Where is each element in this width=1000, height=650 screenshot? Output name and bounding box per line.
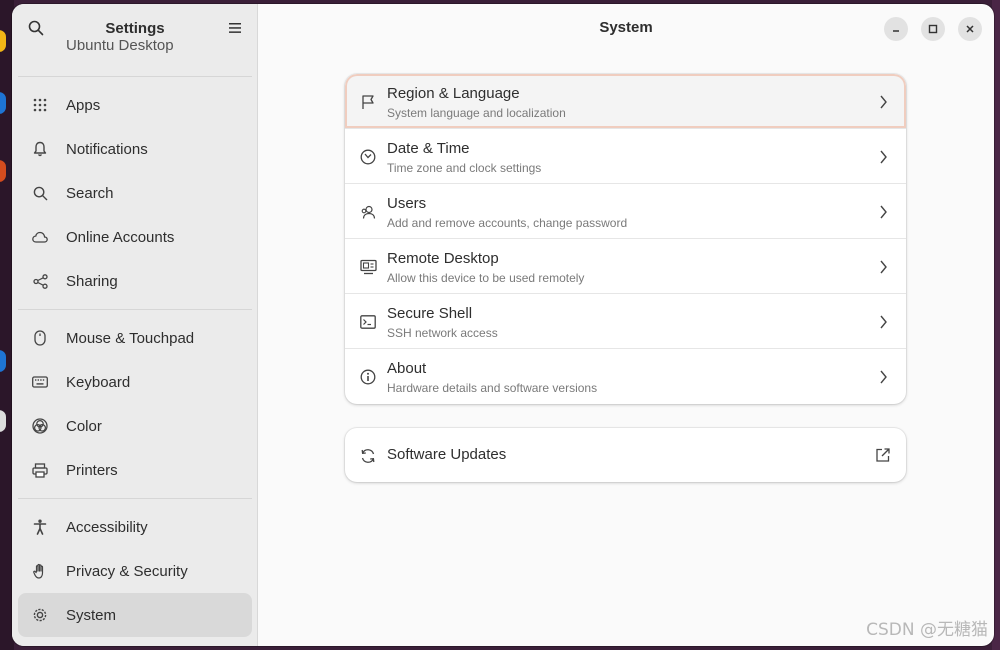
bell-icon (32, 141, 48, 157)
settings-window: Settings Ubuntu Desktop Apps Notificatio… (12, 4, 994, 646)
info-icon (359, 368, 377, 386)
flag-icon (359, 93, 377, 111)
divider (18, 498, 252, 499)
watermark: CSDN @无糖猫 (866, 620, 988, 640)
system-settings-list: Region & Language System language and lo… (345, 74, 906, 404)
share-icon (32, 273, 48, 289)
row-title: Secure Shell (387, 305, 473, 322)
sidebar-item-label: Color (66, 417, 102, 435)
sidebar-item-label: Search (66, 184, 114, 202)
row-subtitle: System language and localization (387, 106, 566, 120)
dock-app-icon[interactable] (0, 92, 6, 114)
dock-app-icon[interactable] (0, 160, 6, 182)
sidebar-item-label: Privacy & Security (66, 562, 188, 580)
color-icon (32, 418, 48, 434)
clock-icon (359, 148, 377, 166)
sidebar-item-privacy-security[interactable]: Privacy & Security (18, 549, 252, 593)
search-icon[interactable] (26, 18, 46, 38)
hand-icon (32, 563, 48, 579)
software-updates-card: Software Updates (345, 428, 906, 482)
terminal-icon (359, 313, 377, 331)
row-title: Users (387, 195, 427, 212)
users-icon (359, 203, 377, 221)
hamburger-menu-icon[interactable] (225, 18, 245, 38)
sidebar-item-printers[interactable]: Printers (18, 448, 252, 492)
sidebar-item-label: Keyboard (66, 373, 131, 391)
row-title: Region & Language (387, 85, 520, 102)
chevron-right-icon (880, 205, 887, 219)
search-icon (32, 185, 48, 201)
row-region-language[interactable]: Region & Language System language and lo… (345, 74, 906, 129)
row-software-updates[interactable]: Software Updates (345, 428, 906, 482)
sidebar-title: Settings (105, 19, 165, 37)
cloud-icon (32, 229, 48, 245)
row-title: About (387, 360, 427, 377)
sidebar-item-sharing[interactable]: Sharing (18, 259, 252, 303)
sidebar-item-label: Ubuntu Desktop (66, 40, 174, 54)
row-title: Date & Time (387, 140, 470, 157)
printer-icon (32, 462, 48, 478)
sidebar-item-search[interactable]: Search (18, 171, 252, 215)
sidebar-item-label: Notifications (66, 140, 148, 158)
row-title: Remote Desktop (387, 250, 499, 267)
row-subtitle: Allow this device to be used remotely (387, 271, 585, 285)
row-secure-shell[interactable]: Secure Shell SSH network access (345, 294, 906, 349)
row-subtitle: Hardware details and software versions (387, 381, 598, 395)
row-about[interactable]: About Hardware details and software vers… (345, 349, 906, 404)
minimize-icon (893, 30, 899, 32)
sidebar-item-keyboard[interactable]: Keyboard (18, 360, 252, 404)
sidebar-item-color[interactable]: Color (18, 404, 252, 448)
sidebar-item-label: Printers (66, 461, 118, 479)
dock-app-icon[interactable] (0, 30, 6, 52)
sidebar-item-accessibility[interactable]: Accessibility (18, 505, 252, 549)
accessibility-icon (32, 519, 48, 535)
external-link-icon (876, 448, 890, 462)
remote-desktop-icon (359, 258, 377, 276)
sidebar-item-label: Mouse & Touchpad (66, 329, 195, 347)
close-button[interactable] (958, 17, 982, 41)
main-panel: System Region & Language System language… (258, 4, 994, 646)
maximize-icon (928, 24, 938, 34)
row-remote-desktop[interactable]: Remote Desktop Allow this device to be u… (345, 239, 906, 294)
sidebar-item-apps[interactable]: Apps (18, 83, 252, 127)
sidebar-item-label: Online Accounts (66, 228, 175, 246)
keyboard-icon (32, 374, 48, 390)
gear-icon (32, 607, 48, 623)
chevron-right-icon (880, 315, 887, 329)
row-subtitle: Add and remove accounts, change password (387, 216, 628, 230)
row-title: Software Updates (387, 446, 507, 463)
mouse-icon (32, 330, 48, 346)
divider (18, 309, 252, 310)
refresh-icon (359, 447, 377, 465)
sidebar-item-label: Apps (66, 96, 101, 114)
sidebar-item-label: System (66, 606, 117, 624)
maximize-button[interactable] (921, 17, 945, 41)
chevron-right-icon (880, 150, 887, 164)
row-subtitle: Time zone and clock settings (387, 161, 542, 175)
sidebar-list: Ubuntu Desktop Apps Notifications Search… (12, 40, 258, 637)
row-users[interactable]: Users Add and remove accounts, change pa… (345, 184, 906, 239)
apps-grid-icon (32, 97, 48, 113)
row-subtitle: SSH network access (387, 326, 498, 340)
divider (18, 76, 252, 77)
sidebar: Settings Ubuntu Desktop Apps Notificatio… (12, 4, 258, 646)
sidebar-item-online-accounts[interactable]: Online Accounts (18, 215, 252, 259)
chevron-right-icon (880, 260, 887, 274)
row-date-time[interactable]: Date & Time Time zone and clock settings (345, 129, 906, 184)
chevron-right-icon (880, 370, 887, 384)
close-icon (966, 25, 974, 33)
dock-app-icon[interactable] (0, 350, 6, 372)
chevron-right-icon (880, 95, 887, 109)
sidebar-item-ubuntu-desktop[interactable]: Ubuntu Desktop (18, 40, 252, 56)
sidebar-item-label: Accessibility (66, 518, 148, 536)
sidebar-item-mouse-touchpad[interactable]: Mouse & Touchpad (18, 316, 252, 360)
sidebar-item-notifications[interactable]: Notifications (18, 127, 252, 171)
sidebar-item-system[interactable]: System (18, 593, 252, 637)
minimize-button[interactable] (884, 17, 908, 41)
dock-app-icon[interactable] (0, 410, 6, 432)
sidebar-item-label: Sharing (66, 272, 118, 290)
